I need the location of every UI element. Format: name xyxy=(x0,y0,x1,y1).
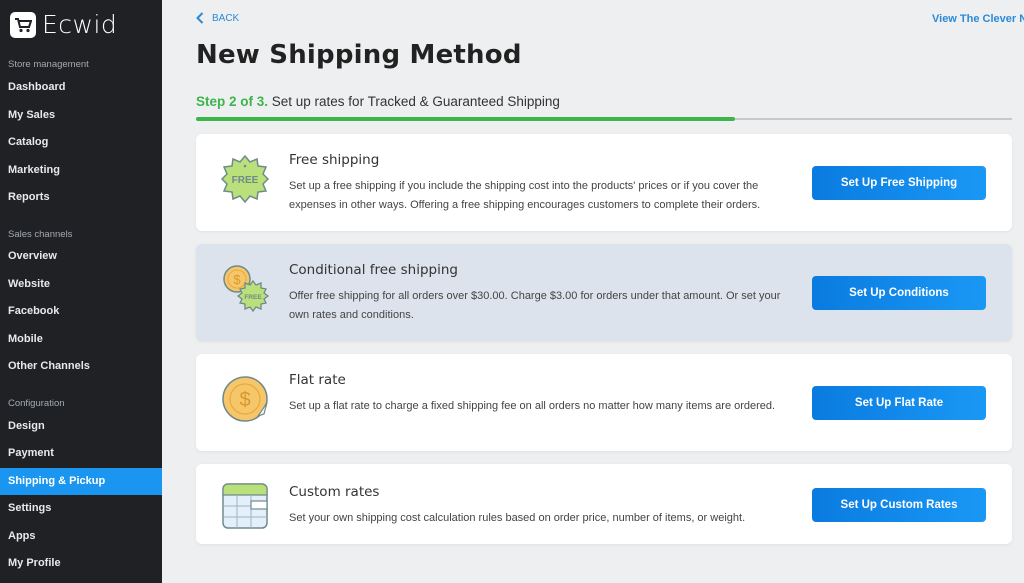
sidebar-item-mobile[interactable]: Mobile xyxy=(0,326,162,353)
method-card-conditional-free-shipping: $ FREE Conditional free shipping Offer f… xyxy=(196,244,1012,341)
method-description: Offer free shipping for all orders over … xyxy=(289,290,781,321)
svg-text:FREE: FREE xyxy=(232,175,259,186)
free-badge-icon: FREE xyxy=(220,154,270,204)
sidebar-item-other-channels[interactable]: Other Channels xyxy=(0,353,162,380)
progress-bar xyxy=(196,117,1012,121)
cart-icon xyxy=(10,11,36,38)
method-title: Custom rates xyxy=(289,484,380,500)
sidebar-item-overview[interactable]: Overview xyxy=(0,243,162,270)
step-indicator: Step 2 of 3. Set up rates for Tracked & … xyxy=(196,94,560,109)
sidebar-item-reports[interactable]: Reports xyxy=(0,184,162,211)
section-label-sales-channels: Sales channels xyxy=(8,229,73,240)
svg-text:$: $ xyxy=(233,272,241,287)
sidebar-item-my-profile[interactable]: My Profile xyxy=(0,550,162,577)
brand-name: Ecwid xyxy=(42,10,118,39)
sidebar-item-my-sales[interactable]: My Sales xyxy=(0,102,162,129)
sidebar-item-apps[interactable]: Apps xyxy=(0,523,162,550)
sidebar-item-payment[interactable]: Payment xyxy=(0,440,162,467)
page-title: New Shipping Method xyxy=(196,40,522,70)
step-number: Step 2 of 3. xyxy=(196,94,269,109)
coin-dollar-icon: $ xyxy=(222,376,268,422)
ecwid-logo[interactable]: Ecwid xyxy=(10,10,117,39)
method-description: Set up a flat rate to charge a fixed shi… xyxy=(289,400,776,412)
svg-text:$: $ xyxy=(239,389,250,411)
set-up-custom-rates-button[interactable]: Set Up Custom Rates xyxy=(812,488,986,522)
method-card-custom-rates: Custom rates Set your own shipping cost … xyxy=(196,464,1012,544)
step-description: Set up rates for Tracked & Guaranteed Sh… xyxy=(268,94,560,109)
set-up-free-shipping-button[interactable]: Set Up Free Shipping xyxy=(812,166,986,200)
clever-link[interactable]: View The Clever N xyxy=(932,13,1024,25)
table-icon xyxy=(222,483,268,529)
sidebar-item-shipping-pickup[interactable]: Shipping & Pickup xyxy=(0,468,162,495)
method-card-flat-rate: $ Flat rate Set up a flat rate to charge… xyxy=(196,354,1012,451)
method-title: Free shipping xyxy=(289,152,380,168)
sidebar-item-marketing[interactable]: Marketing xyxy=(0,157,162,184)
method-title: Flat rate xyxy=(289,372,346,388)
sidebar-item-catalog[interactable]: Catalog xyxy=(0,129,162,156)
method-title: Conditional free shipping xyxy=(289,262,459,278)
section-label-configuration: Configuration xyxy=(8,398,65,409)
chevron-left-icon xyxy=(196,12,204,24)
method-description: Set up a free shipping if you include th… xyxy=(289,180,761,211)
set-up-conditions-button[interactable]: Set Up Conditions xyxy=(812,276,986,310)
progress-fill xyxy=(196,117,735,121)
sidebar-item-facebook[interactable]: Facebook xyxy=(0,298,162,325)
svg-text:FREE: FREE xyxy=(244,294,262,301)
back-link[interactable]: BACK xyxy=(196,12,239,24)
sidebar-item-website[interactable]: Website xyxy=(0,271,162,298)
sidebar-item-design[interactable]: Design xyxy=(0,413,162,440)
method-description: Set your own shipping cost calculation r… xyxy=(289,512,746,524)
back-label: BACK xyxy=(212,12,240,24)
conditional-free-icon: $ FREE xyxy=(223,265,270,313)
sidebar: Ecwid Store management Dashboard My Sale… xyxy=(0,0,162,583)
section-label-store-management: Store management xyxy=(8,59,89,70)
sidebar-item-dashboard[interactable]: Dashboard xyxy=(0,74,162,101)
set-up-flat-rate-button[interactable]: Set Up Flat Rate xyxy=(812,386,986,420)
sidebar-item-settings[interactable]: Settings xyxy=(0,495,162,522)
method-card-free-shipping: FREE Free shipping Set up a free shippin… xyxy=(196,134,1012,231)
